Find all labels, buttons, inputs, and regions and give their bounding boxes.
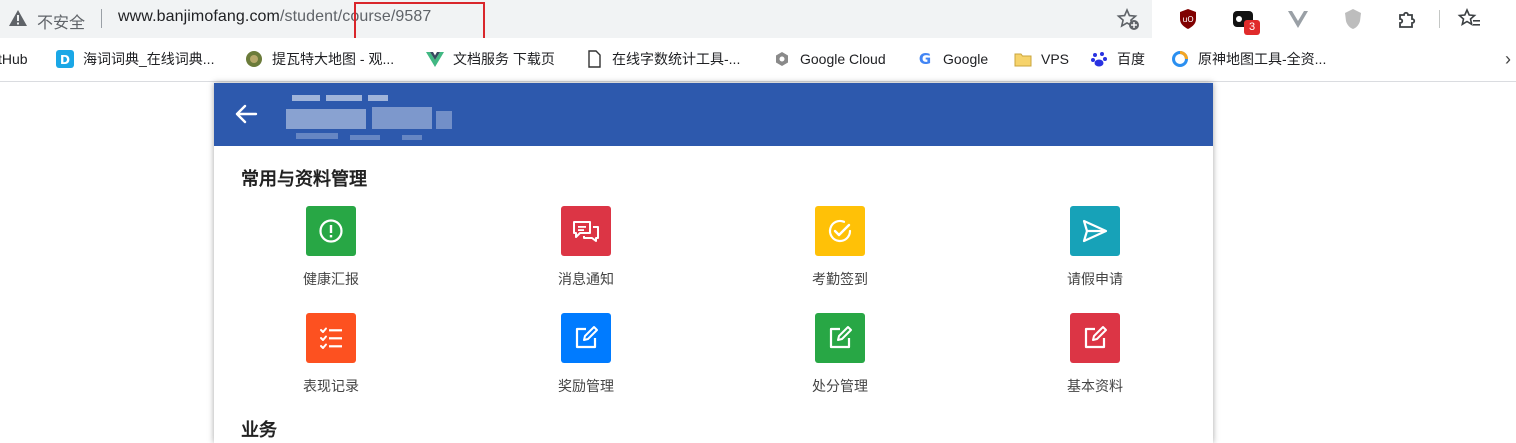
bookmark-label: 提瓦特大地图 - 观...	[272, 51, 395, 67]
tile-attendance[interactable]: 考勤签到	[775, 206, 905, 296]
favorites-icon[interactable]	[1456, 6, 1482, 32]
tile-icon-box	[815, 206, 865, 256]
browser-toolbar: 不安全 www.banjimofang.com/student/course/9…	[0, 0, 1516, 40]
ring-icon	[1171, 50, 1189, 68]
app-container: 常用与资料管理 健康汇报 消息通知 考勤签到 请假申请 表现记录 奖励管理 处分…	[214, 83, 1213, 443]
bookmark-item[interactable]: 文档服务 下载页	[426, 48, 555, 70]
bookmarks-overflow-icon[interactable]: ›	[1505, 49, 1511, 70]
bookmark-label: 原神地图工具-全资...	[1198, 51, 1327, 67]
edit-icon	[1084, 326, 1107, 349]
bookmark-label: Google Cloud	[800, 51, 886, 67]
bookmark-item[interactable]: 百度	[1090, 48, 1145, 70]
tile-icon-box	[1070, 313, 1120, 363]
baidu-icon	[1090, 50, 1108, 68]
map-icon	[245, 50, 263, 68]
bookmark-label: 在线字数统计工具-...	[612, 51, 741, 67]
bookmark-label: VPS	[1041, 51, 1070, 67]
bookmark-item[interactable]: 原神地图工具-全资...	[1171, 48, 1326, 70]
tile-label: 奖励管理	[558, 378, 614, 394]
url-host: www.banjimofang.com	[118, 8, 280, 25]
bookmark-item[interactable]: G Google	[916, 48, 988, 70]
svg-text:G: G	[919, 50, 931, 68]
bookmark-label: 百度	[1117, 51, 1145, 67]
tile-label: 考勤签到	[812, 271, 868, 287]
tile-discipline-management[interactable]: 处分管理	[775, 313, 905, 403]
tile-label: 处分管理	[812, 378, 868, 394]
tile-health-report[interactable]: 健康汇报	[266, 206, 396, 296]
bookmark-label: tHub	[0, 51, 28, 67]
tile-messages[interactable]: 消息通知	[521, 206, 651, 296]
folder-icon	[1014, 50, 1032, 68]
security-label[interactable]: 不安全	[37, 9, 85, 33]
bookmark-label: 文档服务 下载页	[453, 51, 555, 67]
tile-icon-box	[306, 313, 356, 363]
omnibox-divider	[101, 9, 102, 28]
bookmark-item[interactable]: VPS	[1014, 48, 1069, 70]
bookmark-label: 海词词典_在线词典...	[83, 51, 215, 67]
toolbar-divider	[1439, 10, 1440, 28]
edit-icon	[575, 326, 598, 349]
svg-text:uO: uO	[1182, 15, 1193, 24]
svg-text:D: D	[60, 53, 70, 67]
tile-icon-box	[561, 313, 611, 363]
tile-label: 消息通知	[558, 271, 614, 287]
tile-reward-management[interactable]: 奖励管理	[521, 313, 651, 403]
send-icon	[1082, 219, 1108, 243]
tile-icon-box	[306, 206, 356, 256]
app-header	[214, 83, 1213, 146]
section-title-common: 常用与资料管理	[241, 169, 367, 189]
bookmark-item[interactable]: Google Cloud	[773, 48, 886, 70]
tile-icon-box	[561, 206, 611, 256]
tile-label: 基本资料	[1067, 378, 1123, 394]
back-arrow-icon[interactable]	[234, 103, 258, 125]
omnibox[interactable]: 不安全 www.banjimofang.com/student/course/9…	[0, 0, 1152, 38]
extensions-puzzle-icon[interactable]	[1394, 6, 1420, 32]
bookmarks-bar: tHub D 海词词典_在线词典... 提瓦特大地图 - 观... 文档服务 下…	[0, 38, 1516, 82]
google-icon: G	[916, 50, 934, 68]
edit-icon	[829, 326, 852, 349]
checklist-icon	[320, 327, 342, 349]
tile-leave-request[interactable]: 请假申请	[1030, 206, 1160, 296]
warning-icon[interactable]	[8, 9, 28, 27]
tile-basic-info[interactable]: 基本资料	[1030, 313, 1160, 403]
exclamation-circle-icon	[319, 219, 343, 243]
tile-label: 表现记录	[303, 378, 359, 394]
bookmark-item[interactable]: tHub	[0, 48, 28, 70]
chat-bubbles-icon	[573, 221, 599, 242]
bookmark-item[interactable]: 在线字数统计工具-...	[585, 48, 740, 70]
vue-devtools-icon[interactable]	[1285, 6, 1311, 32]
tile-icon-box	[815, 313, 865, 363]
tile-label: 请假申请	[1067, 271, 1123, 287]
shield-icon[interactable]	[1340, 6, 1366, 32]
cloud-icon	[773, 50, 791, 68]
ublock-icon[interactable]: uO	[1175, 6, 1201, 32]
section-title-business: 业务	[241, 420, 277, 440]
tile-performance-record[interactable]: 表现记录	[266, 313, 396, 403]
check-circle-icon	[828, 219, 852, 243]
bookmark-label: Google	[943, 51, 989, 67]
extension-badge: 3	[1244, 20, 1260, 35]
tile-label: 健康汇报	[303, 271, 359, 287]
tile-icon-box	[1070, 206, 1120, 256]
bookmark-item[interactable]: D 海词词典_在线词典...	[56, 48, 214, 70]
page-icon	[585, 50, 603, 68]
dict-icon: D	[56, 50, 74, 68]
vue-icon	[426, 50, 444, 68]
bookmark-star-icon[interactable]	[1116, 7, 1140, 31]
url-highlight-box	[354, 2, 485, 40]
blurred-course-name	[286, 87, 466, 145]
bookmark-item[interactable]: 提瓦特大地图 - 观...	[245, 48, 394, 70]
